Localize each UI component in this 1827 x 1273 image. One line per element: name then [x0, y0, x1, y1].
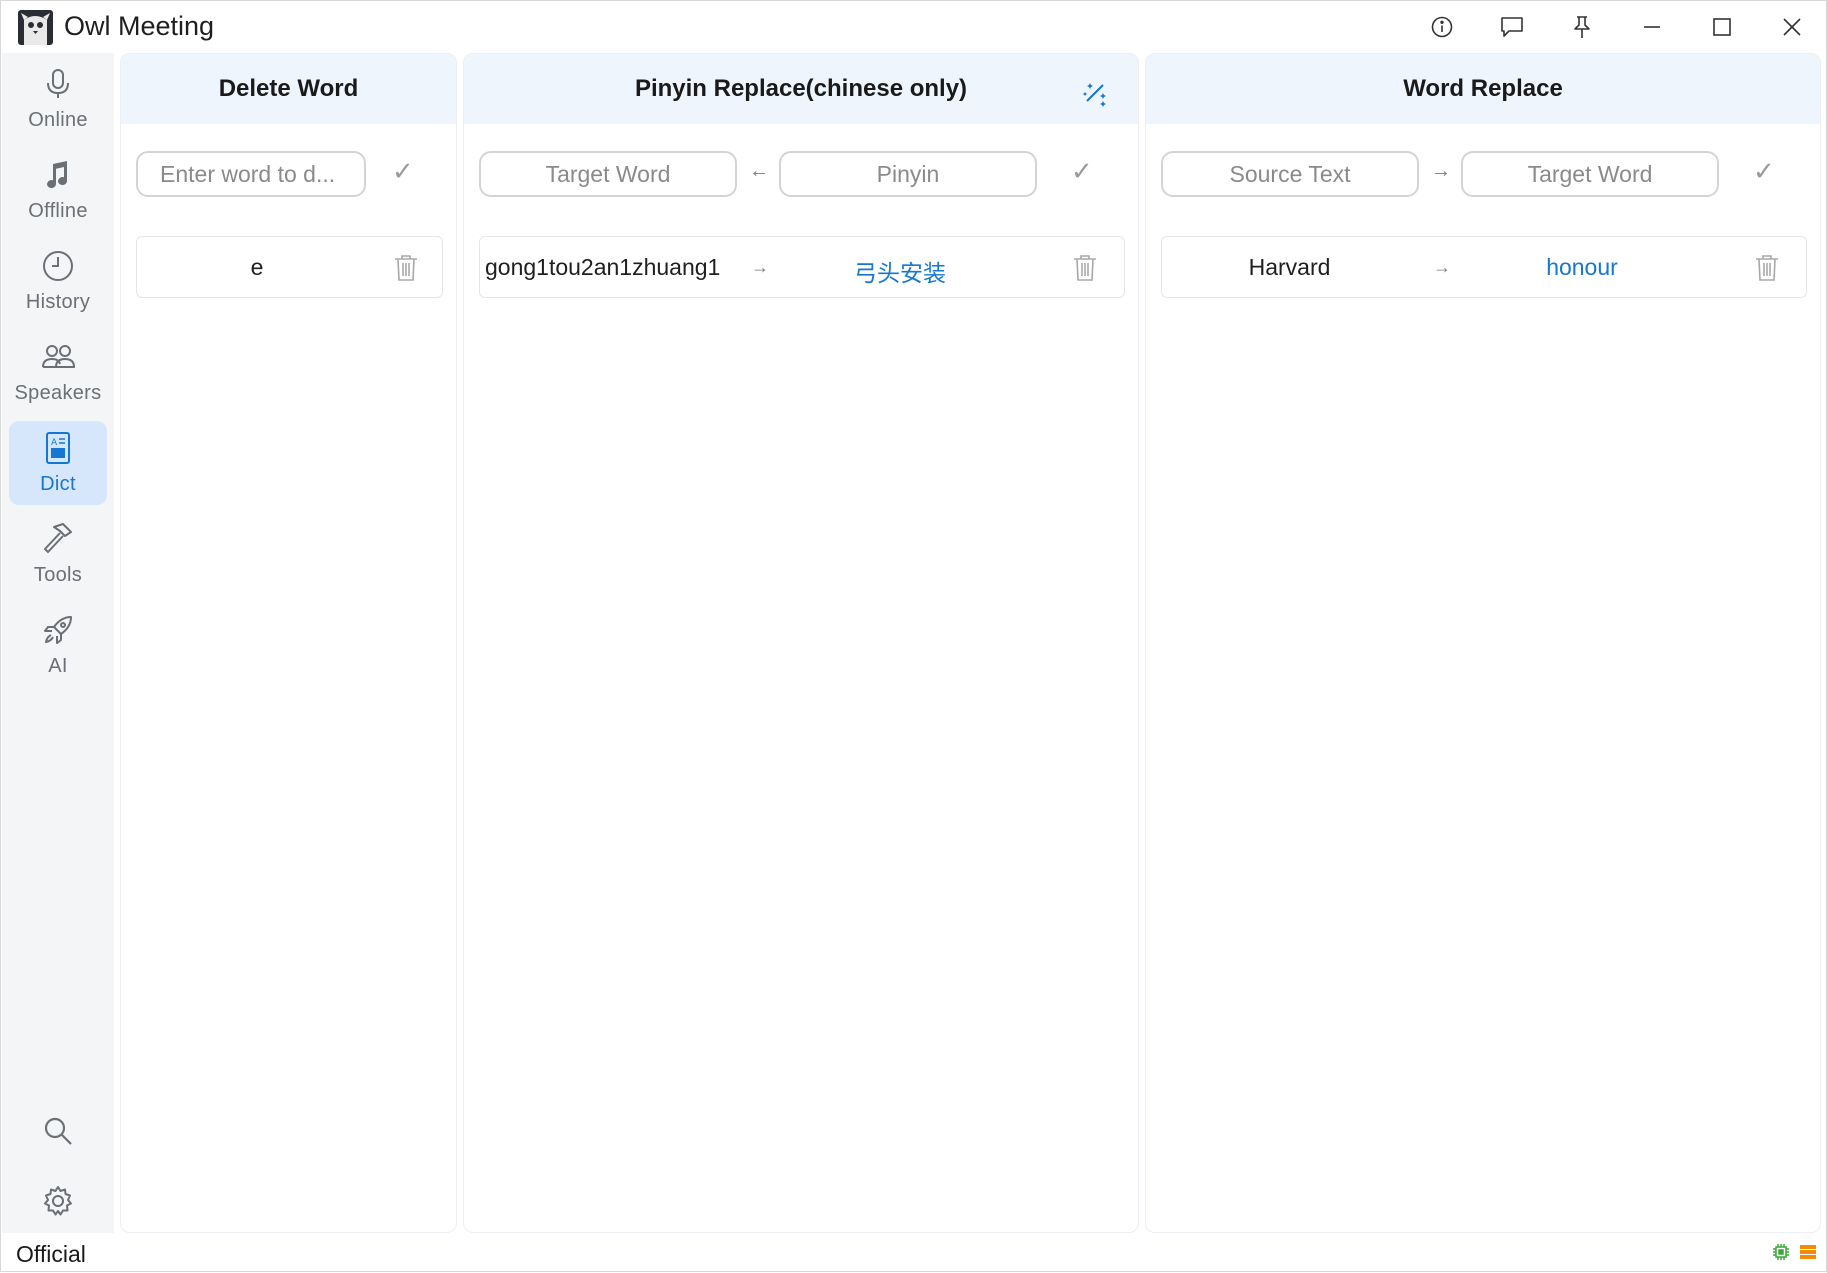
app-window: Owl Meeting Online Offline History Speak… — [0, 0, 1827, 1272]
settings-icon[interactable] — [37, 1180, 79, 1222]
dictionary-icon: A — [46, 432, 70, 464]
entry-pinyin: gong1tou2an1zhuang1 — [485, 254, 721, 280]
search-icon[interactable] — [37, 1110, 79, 1152]
word-replace-panel: Word Replace → ✓ Harvard → honour — [1145, 53, 1821, 1233]
chip-icon — [1773, 1244, 1789, 1260]
sidebar-item-tools[interactable]: Tools — [9, 512, 107, 596]
arrow-left-icon: ← — [749, 160, 769, 182]
sidebar-item-history[interactable]: History — [9, 239, 107, 323]
entry-target: 弓头安装 — [854, 261, 946, 287]
panel-title: Word Replace — [1146, 54, 1820, 124]
owl-logo-icon — [18, 10, 53, 45]
sidebar-item-label: Online — [28, 109, 88, 131]
info-icon[interactable] — [1420, 9, 1464, 45]
delete-word-input[interactable] — [136, 151, 366, 197]
pinyin-replace-panel: Pinyin Replace(chinese only) ← ✓ gong1to… — [463, 53, 1139, 1233]
panel-title: Delete Word — [121, 54, 456, 124]
title-bar: Owl Meeting — [1, 1, 1826, 53]
sidebar-item-offline[interactable]: Offline — [9, 148, 107, 232]
trash-icon[interactable] — [393, 254, 419, 282]
sidebar-item-label: Offline — [28, 200, 88, 222]
close-icon[interactable] — [1770, 9, 1814, 45]
source-text-input[interactable] — [1161, 151, 1419, 197]
sidebar-item-speakers[interactable]: Speakers — [9, 330, 107, 414]
music-note-icon — [47, 161, 68, 189]
trash-icon[interactable] — [1754, 254, 1780, 282]
sidebar-item-ai[interactable]: AI — [9, 603, 107, 687]
target-word-input[interactable] — [1461, 151, 1719, 197]
sidebar-item-dict[interactable]: A Dict — [9, 421, 107, 505]
list-item: gong1tou2an1zhuang1 → 弓头安装 — [479, 236, 1125, 298]
target-word-input[interactable] — [479, 151, 737, 197]
list-item: Harvard → honour — [1161, 236, 1807, 298]
entry-target: honour — [1546, 254, 1618, 280]
sidebar: Online Offline History Speakers A Dict T… — [2, 53, 114, 1233]
magic-wand-icon[interactable] — [1081, 79, 1109, 107]
people-icon — [42, 345, 75, 368]
feedback-chat-icon[interactable] — [1490, 9, 1534, 45]
panel-title: Pinyin Replace(chinese only) — [464, 54, 1138, 124]
sidebar-item-label: Dict — [40, 473, 76, 495]
storage-icon — [1800, 1245, 1816, 1259]
entry-source: Harvard — [1248, 254, 1331, 280]
status-bar: Official — [1, 1233, 1826, 1273]
list-item: e — [136, 236, 443, 298]
sidebar-item-label: AI — [48, 655, 68, 677]
delete-word-panel: Delete Word ✓ e — [120, 53, 457, 1233]
maximize-icon[interactable] — [1700, 9, 1744, 45]
sidebar-item-label: History — [25, 291, 91, 313]
sidebar-item-online[interactable]: Online — [9, 57, 107, 141]
app-title: Owl Meeting — [64, 11, 215, 41]
sidebar-item-label: Tools — [33, 564, 83, 586]
microphone-icon — [47, 69, 69, 98]
rocket-icon — [44, 616, 72, 644]
confirm-check-icon[interactable]: ✓ — [1753, 156, 1775, 187]
arrow-right-icon: → — [751, 257, 769, 277]
pinyin-input[interactable] — [779, 151, 1037, 197]
status-text: Official — [16, 1241, 86, 1267]
arrow-right-icon: → — [1431, 160, 1451, 182]
entry-word: e — [250, 254, 264, 280]
confirm-check-icon[interactable]: ✓ — [392, 156, 414, 187]
clock-icon — [43, 251, 73, 281]
trash-icon[interactable] — [1072, 254, 1098, 282]
pin-icon[interactable] — [1560, 9, 1604, 45]
hammer-icon — [44, 523, 72, 553]
sidebar-item-label: Speakers — [14, 382, 102, 404]
arrow-right-icon: → — [1433, 257, 1451, 277]
confirm-check-icon[interactable]: ✓ — [1071, 156, 1093, 187]
svg-text:A: A — [51, 438, 58, 448]
minimize-icon[interactable] — [1630, 9, 1674, 45]
